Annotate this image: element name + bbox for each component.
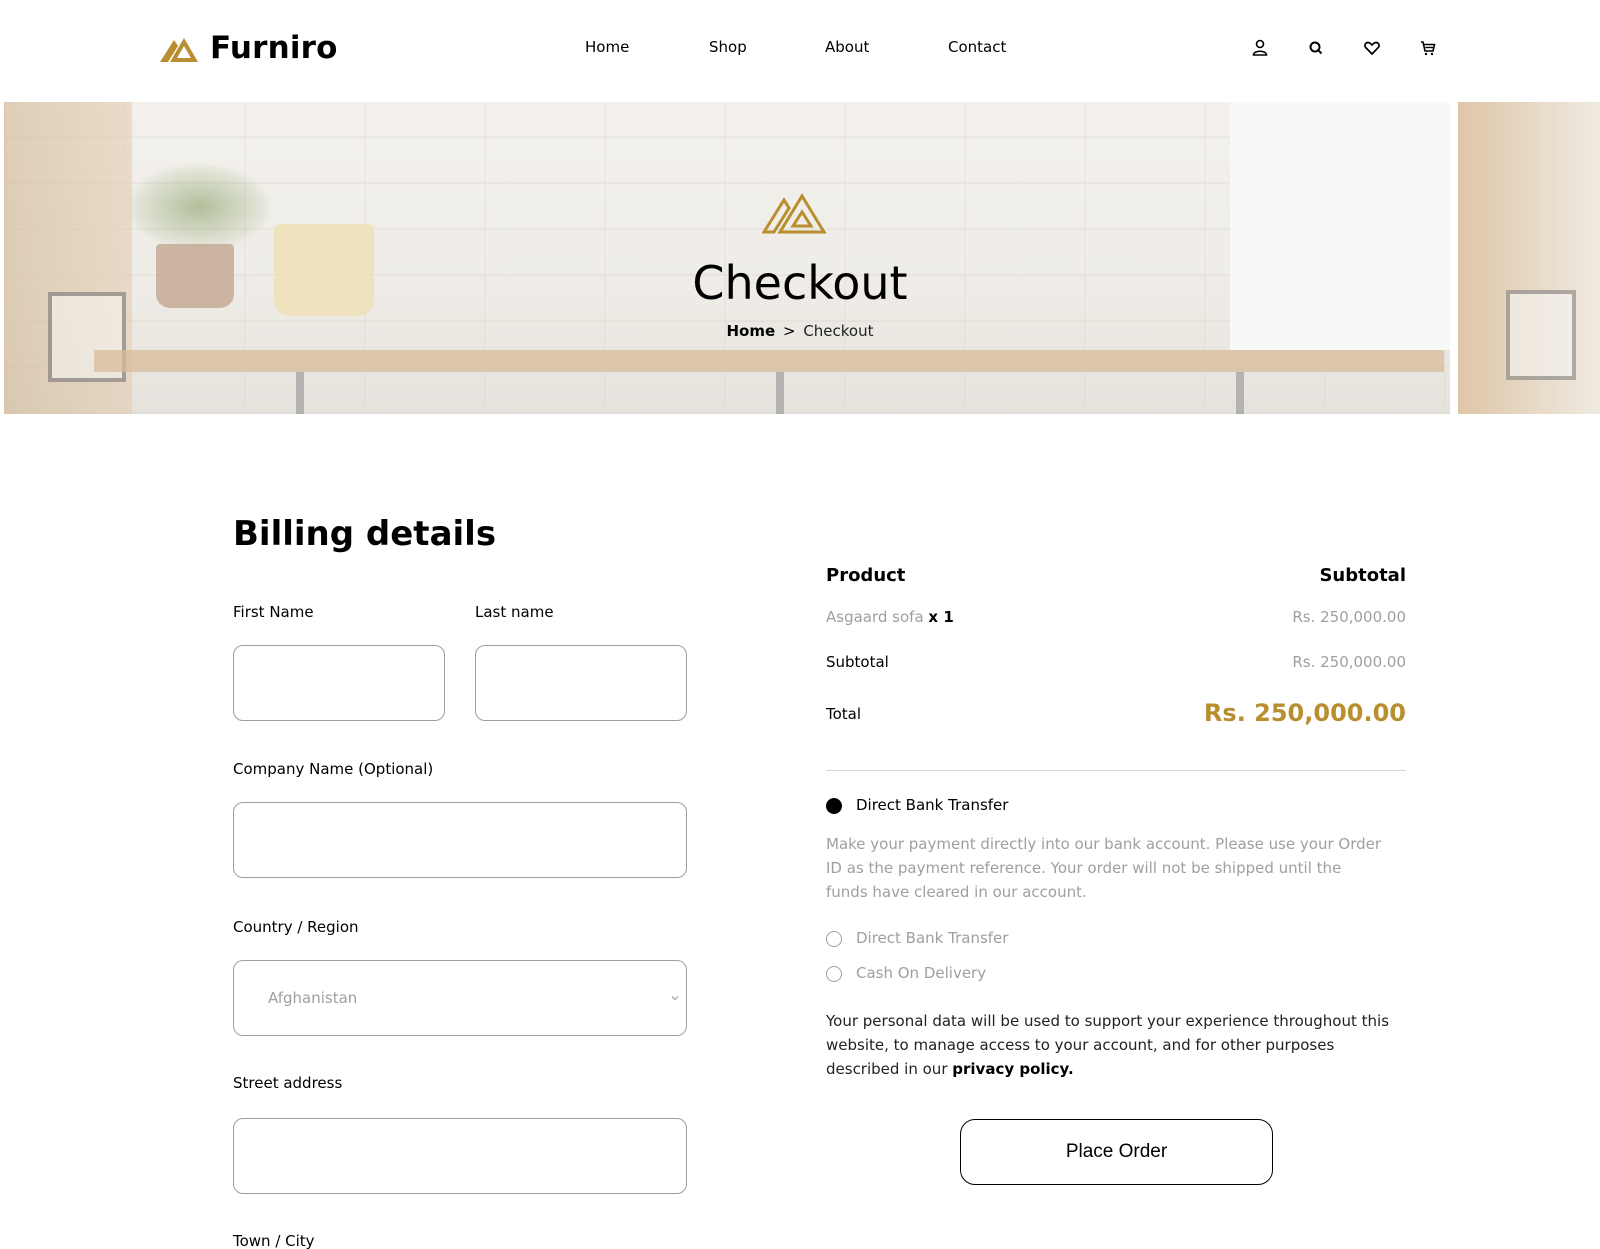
- page-title: Checkout: [692, 256, 908, 310]
- selected-payment-indicator: [826, 798, 842, 814]
- header-icons: [1250, 36, 1474, 60]
- account-button[interactable]: [1250, 36, 1306, 60]
- subtotal-value: Rs. 250,000.00: [1292, 653, 1406, 671]
- option-direct-bank-transfer-label[interactable]: Direct Bank Transfer: [856, 929, 1008, 947]
- country-select[interactable]: Afghanistan: [233, 960, 687, 1036]
- nav-about[interactable]: About: [825, 38, 869, 56]
- company-label: Company Name (Optional): [233, 760, 434, 778]
- product-qty: x 1: [928, 608, 954, 626]
- first-name-input[interactable]: [234, 646, 444, 720]
- user-icon: [1252, 39, 1268, 56]
- country-label: Country / Region: [233, 918, 359, 936]
- heart-icon: [1364, 41, 1380, 56]
- hero-logo-icon: [762, 193, 827, 234]
- total-value: Rs. 250,000.00: [1203, 699, 1406, 727]
- breadcrumb-home[interactable]: Home: [727, 322, 776, 340]
- payment-description: Make your payment directly into our bank…: [826, 835, 1382, 901]
- nav-contact[interactable]: Contact: [948, 38, 1006, 56]
- place-order-button[interactable]: Place Order: [960, 1119, 1273, 1185]
- summary-divider: [826, 770, 1406, 771]
- privacy-notice: Your personal data will be used to suppo…: [826, 1009, 1406, 1081]
- last-name-field: [475, 645, 687, 721]
- street-input[interactable]: [234, 1119, 686, 1193]
- site-header: Furniro Home Shop About Contact: [0, 0, 1600, 102]
- town-label: Town / City: [233, 1232, 315, 1249]
- radio-cash-on-delivery[interactable]: [826, 966, 842, 982]
- street-field: [233, 1118, 687, 1194]
- breadcrumb-current: Checkout: [803, 322, 874, 340]
- total-label: Total: [826, 705, 862, 723]
- country-select-value: Afghanistan: [268, 989, 358, 1007]
- street-label: Street address: [233, 1074, 343, 1092]
- search-button[interactable]: [1306, 36, 1362, 60]
- privacy-text: Your personal data will be used to suppo…: [826, 1012, 1390, 1078]
- company-input[interactable]: [234, 803, 686, 877]
- product-header: Product: [826, 565, 906, 586]
- breadcrumb: Home > Checkout: [600, 322, 1000, 340]
- search-icon: [1309, 41, 1323, 55]
- privacy-policy-link[interactable]: privacy policy.: [952, 1060, 1073, 1078]
- billing-title: Billing details: [233, 514, 497, 554]
- company-field: [233, 802, 687, 878]
- breadcrumb-separator: >: [782, 322, 796, 340]
- product-name: Asgaard sofa: [826, 608, 924, 626]
- option-cash-on-delivery-label[interactable]: Cash On Delivery: [856, 964, 986, 982]
- last-name-label: Last name: [475, 603, 554, 621]
- subtotal-label: Subtotal: [826, 653, 889, 671]
- nav-home[interactable]: Home: [585, 38, 629, 56]
- order-line-item: Asgaard sofa x 1: [826, 608, 954, 626]
- selected-payment-label: Direct Bank Transfer: [856, 796, 1009, 814]
- wishlist-button[interactable]: [1362, 36, 1418, 60]
- cart-icon: [1421, 41, 1436, 56]
- last-name-input[interactable]: [476, 646, 686, 720]
- cart-button[interactable]: [1418, 36, 1474, 60]
- nav-shop[interactable]: Shop: [709, 38, 747, 56]
- chevron-down-icon: [671, 996, 679, 1001]
- radio-direct-bank-transfer[interactable]: [826, 931, 842, 947]
- hero-banner-edge: [1458, 102, 1600, 414]
- product-price: Rs. 250,000.00: [1292, 608, 1406, 626]
- first-name-label: First Name: [233, 603, 314, 621]
- banner-overlay: [1458, 102, 1600, 414]
- subtotal-header: Subtotal: [1319, 565, 1406, 586]
- first-name-field: [233, 645, 445, 721]
